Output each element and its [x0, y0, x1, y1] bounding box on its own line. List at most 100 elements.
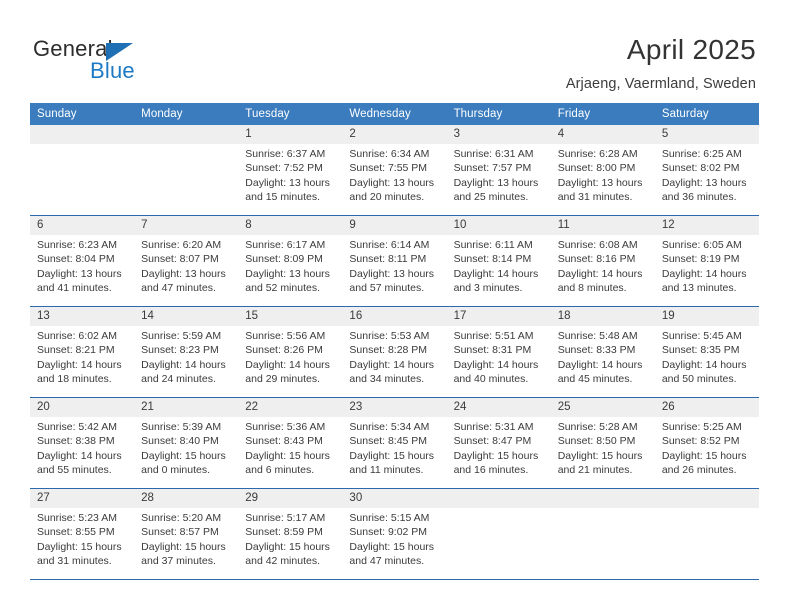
day-cell[interactable]: Sunrise: 6:28 AM Sunset: 8:00 PM Daylight:…	[551, 144, 655, 215]
daylight-text-line1: Daylight: 14 hours	[453, 358, 539, 371]
day-number[interactable]: 15	[238, 307, 342, 326]
day-cell[interactable]: Sunrise: 5:34 AM Sunset: 8:45 PM Daylight:…	[342, 417, 446, 488]
day-number[interactable]: 14	[134, 307, 238, 326]
sunset-text: Sunset: 8:35 PM	[661, 344, 740, 357]
day-cell[interactable]: Sunrise: 6:11 AM Sunset: 8:14 PM Daylight:…	[447, 235, 551, 306]
page-title: April 2025	[626, 34, 756, 65]
day-number[interactable]: 8	[238, 216, 342, 235]
day-number[interactable]: 13	[30, 307, 134, 326]
day-cell-empty	[551, 508, 655, 579]
daylight-text-line1: Daylight: 14 hours	[453, 267, 539, 280]
day-cell[interactable]: Sunrise: 6:25 AM Sunset: 8:02 PM Daylight:…	[655, 144, 759, 215]
sunrise-text: Sunrise: 6:14 AM	[349, 239, 430, 251]
daylight-text-line1: Daylight: 14 hours	[245, 358, 330, 371]
day-cell[interactable]: Sunrise: 6:23 AM Sunset: 8:04 PM Daylight:…	[30, 235, 134, 306]
day-cell[interactable]: Sunrise: 5:15 AM Sunset: 9:02 PM Daylight:…	[342, 508, 446, 579]
day-cell[interactable]: Sunrise: 5:56 AM Sunset: 8:26 PM Daylight:…	[238, 326, 342, 397]
day-cell[interactable]: Sunrise: 5:42 AM Sunset: 8:38 PM Daylight:…	[30, 417, 134, 488]
day-cell[interactable]: Sunrise: 5:23 AM Sunset: 8:55 PM Daylight:…	[30, 508, 134, 579]
day-number[interactable]: 30	[342, 489, 446, 508]
day-cell[interactable]: Sunrise: 6:08 AM Sunset: 8:16 PM Daylight:…	[551, 235, 655, 306]
day-number[interactable]: 4	[551, 125, 655, 144]
day-cell[interactable]: Sunrise: 5:59 AM Sunset: 8:23 PM Daylight:…	[134, 326, 238, 397]
day-number-row: 27 28 29 30	[30, 489, 759, 508]
day-number[interactable]: 26	[655, 398, 759, 417]
day-number[interactable]: 22	[238, 398, 342, 417]
day-number[interactable]: 23	[342, 398, 446, 417]
sunrise-text: Sunrise: 5:15 AM	[349, 512, 430, 524]
day-cell[interactable]: Sunrise: 5:20 AM Sunset: 8:57 PM Daylight:…	[134, 508, 238, 579]
general-blue-logo[interactable]: General Blue	[33, 36, 213, 86]
day-number[interactable]: 9	[342, 216, 446, 235]
calendar-week-row: 20 21 22 23 24 25 26 Sunrise: 5:42 AM Sunset: 8:…	[30, 397, 759, 488]
day-cell[interactable]: Sunrise: 5:25 AM Sunset: 8:52 PM Daylight:…	[655, 417, 759, 488]
weekday-header-row: Sunday Monday Tuesday Wednesday Thursday…	[30, 103, 759, 125]
day-number[interactable]: 11	[551, 216, 655, 235]
daylight-text-line2: and 25 minutes.	[453, 190, 529, 203]
day-cell[interactable]: Sunrise: 6:02 AM Sunset: 8:21 PM Daylight:…	[30, 326, 134, 397]
day-cell[interactable]: Sunrise: 6:31 AM Sunset: 7:57 PM Daylight:…	[447, 144, 551, 215]
daylight-text-line1: Daylight: 13 hours	[245, 267, 330, 280]
day-cell[interactable]: Sunrise: 5:53 AM Sunset: 8:28 PM Daylight:…	[342, 326, 446, 397]
day-number[interactable]: 12	[655, 216, 759, 235]
day-cell[interactable]: Sunrise: 5:28 AM Sunset: 8:50 PM Daylight:…	[551, 417, 655, 488]
sunset-text: Sunset: 8:33 PM	[557, 344, 636, 357]
calendar-bottom-border	[30, 579, 759, 580]
day-number[interactable]: 20	[30, 398, 134, 417]
day-number[interactable]: 6	[30, 216, 134, 235]
day-number[interactable]: 5	[655, 125, 759, 144]
daylight-text-line1: Daylight: 13 hours	[245, 176, 330, 189]
day-cell[interactable]: Sunrise: 5:51 AM Sunset: 8:31 PM Daylight:…	[447, 326, 551, 397]
weekday-header-friday: Friday	[557, 108, 591, 120]
day-number[interactable]: 27	[30, 489, 134, 508]
day-cell[interactable]: Sunrise: 6:14 AM Sunset: 8:11 PM Daylight:…	[342, 235, 446, 306]
daylight-text-line1: Daylight: 13 hours	[141, 267, 226, 280]
day-number[interactable]: 18	[551, 307, 655, 326]
day-number[interactable]: 16	[342, 307, 446, 326]
calendar-week-row: 1 2 3 4 5 Sunrise: 6:37 AM Sunset: 7:52 PM Dayl…	[30, 125, 759, 215]
day-cell[interactable]: Sunrise: 6:05 AM Sunset: 8:19 PM Daylight:…	[655, 235, 759, 306]
daylight-text-line2: and 47 minutes.	[349, 554, 425, 567]
day-cell[interactable]: Sunrise: 5:36 AM Sunset: 8:43 PM Daylight:…	[238, 417, 342, 488]
day-number[interactable]: 24	[447, 398, 551, 417]
daylight-text-line2: and 18 minutes.	[37, 372, 112, 385]
daylight-text-line1: Daylight: 13 hours	[453, 176, 539, 189]
day-number[interactable]: 25	[551, 398, 655, 417]
sunset-text: Sunset: 8:02 PM	[661, 162, 740, 175]
day-number[interactable]: 7	[134, 216, 238, 235]
day-number[interactable]: 19	[655, 307, 759, 326]
sunrise-text: Sunrise: 5:53 AM	[349, 330, 430, 342]
sunset-text: Sunset: 8:38 PM	[37, 435, 115, 448]
day-cell[interactable]: Sunrise: 5:45 AM Sunset: 8:35 PM Daylight:…	[655, 326, 759, 397]
daylight-text-line2: and 55 minutes.	[37, 463, 112, 476]
day-number[interactable]: 3	[447, 125, 551, 144]
sunrise-text: Sunrise: 5:39 AM	[141, 421, 222, 433]
sunrise-text: Sunrise: 5:20 AM	[141, 512, 222, 524]
day-number[interactable]: 1	[238, 125, 342, 144]
day-number[interactable]: 2	[342, 125, 446, 144]
day-number[interactable]: 10	[447, 216, 551, 235]
day-cell[interactable]: Sunrise: 6:20 AM Sunset: 8:07 PM Daylight:…	[134, 235, 238, 306]
day-number[interactable]: 28	[134, 489, 238, 508]
sunrise-text: Sunrise: 6:11 AM	[453, 239, 533, 251]
day-number[interactable]: 21	[134, 398, 238, 417]
daylight-text-line1: Daylight: 15 hours	[557, 449, 643, 462]
day-number[interactable]: 29	[238, 489, 342, 508]
day-cell[interactable]: Sunrise: 6:17 AM Sunset: 8:09 PM Daylight:…	[238, 235, 342, 306]
day-cell[interactable]: Sunrise: 6:37 AM Sunset: 7:52 PM Daylight:…	[238, 144, 342, 215]
daylight-text-line1: Daylight: 14 hours	[37, 358, 122, 371]
sunset-text: Sunset: 7:57 PM	[453, 162, 532, 175]
daylight-text-line2: and 31 minutes.	[557, 190, 633, 203]
day-number[interactable]: 17	[447, 307, 551, 326]
day-cell[interactable]: Sunrise: 5:17 AM Sunset: 8:59 PM Daylight:…	[238, 508, 342, 579]
day-cell[interactable]: Sunrise: 5:48 AM Sunset: 8:33 PM Daylight:…	[551, 326, 655, 397]
daylight-text-line1: Daylight: 13 hours	[661, 176, 747, 189]
day-cell[interactable]: Sunrise: 5:31 AM Sunset: 8:47 PM Daylight:…	[447, 417, 551, 488]
day-cell-empty	[30, 144, 134, 215]
sunrise-text: Sunrise: 6:17 AM	[245, 239, 326, 251]
sunrise-text: Sunrise: 6:28 AM	[557, 148, 638, 160]
day-cell[interactable]: Sunrise: 5:39 AM Sunset: 8:40 PM Daylight:…	[134, 417, 238, 488]
daylight-text-line2: and 40 minutes.	[453, 372, 529, 385]
day-cell[interactable]: Sunrise: 6:34 AM Sunset: 7:55 PM Daylight:…	[342, 144, 446, 215]
daylight-text-line2: and 50 minutes.	[661, 372, 737, 385]
